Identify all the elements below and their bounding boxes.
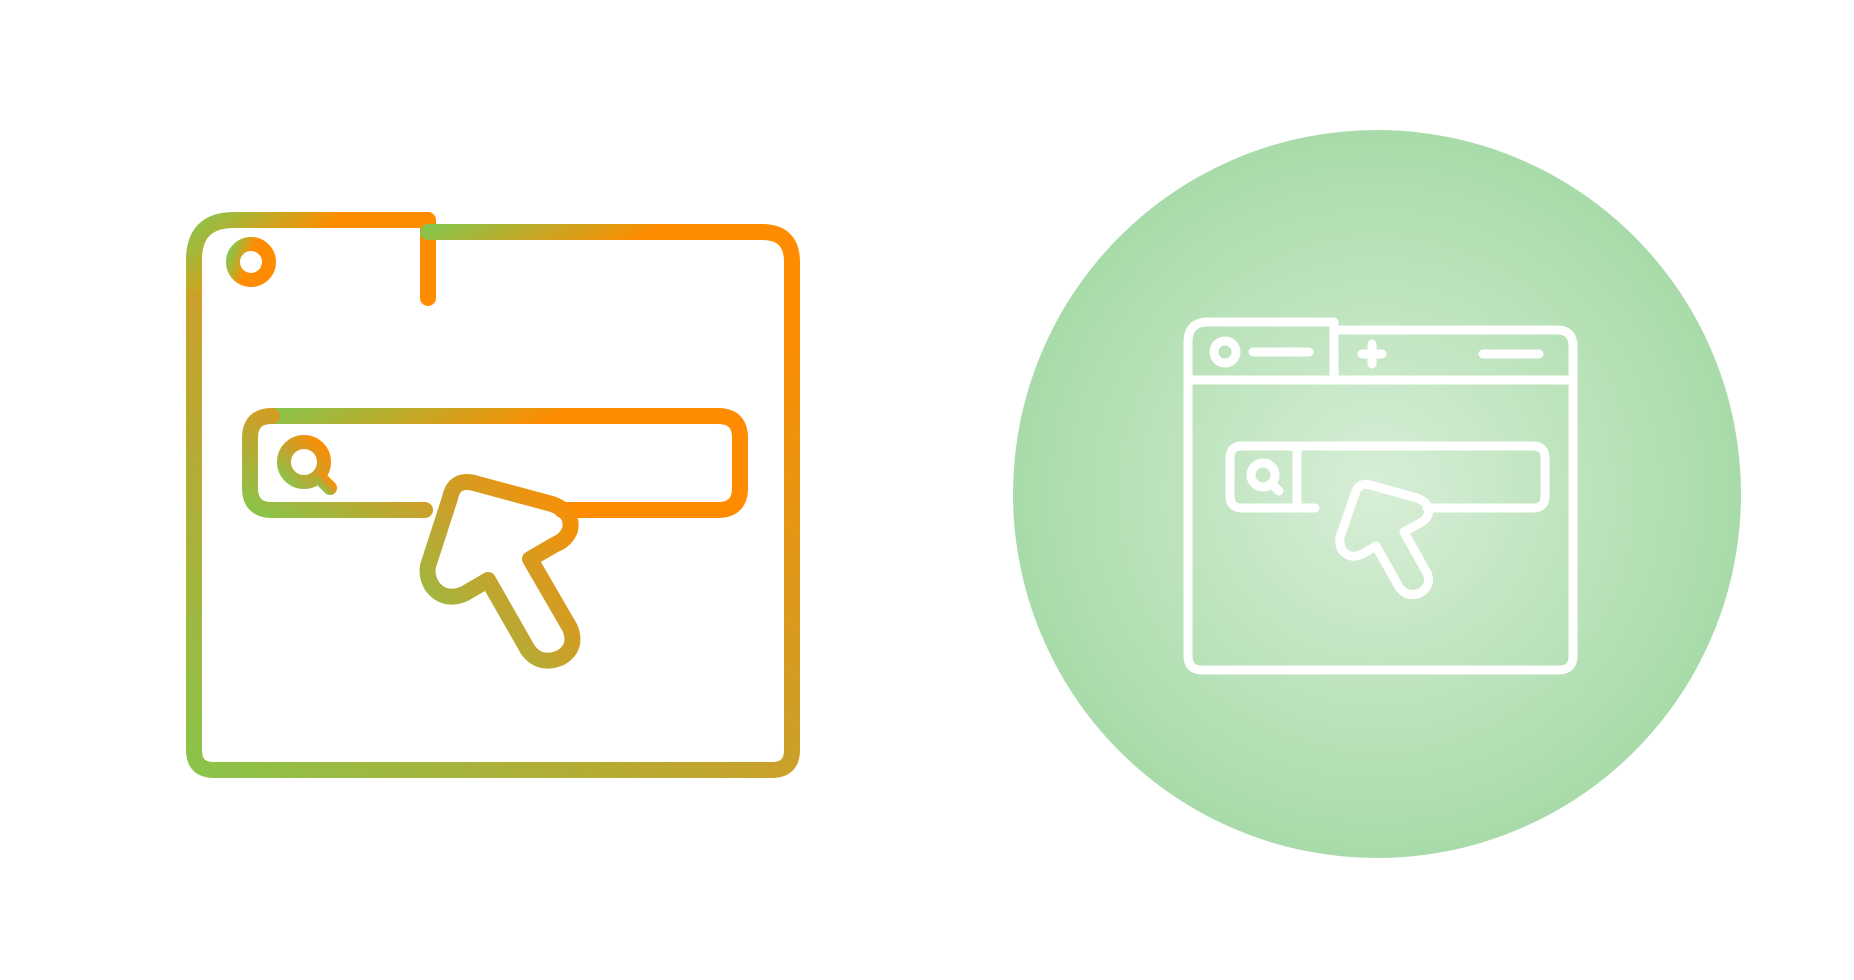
search-browser-cursor-icon [1013,130,1741,858]
tab-icon-circle [226,237,276,287]
search-browser-cursor-icon [186,212,800,778]
cursor-arrow-icon [419,474,581,669]
tab-two-content [459,245,759,293]
gradient-icon-panel [0,0,927,980]
background-circle [1013,130,1741,858]
circle-icon-panel [927,0,1854,980]
browser-window-outline [186,290,800,778]
tab-one-content [226,237,391,287]
